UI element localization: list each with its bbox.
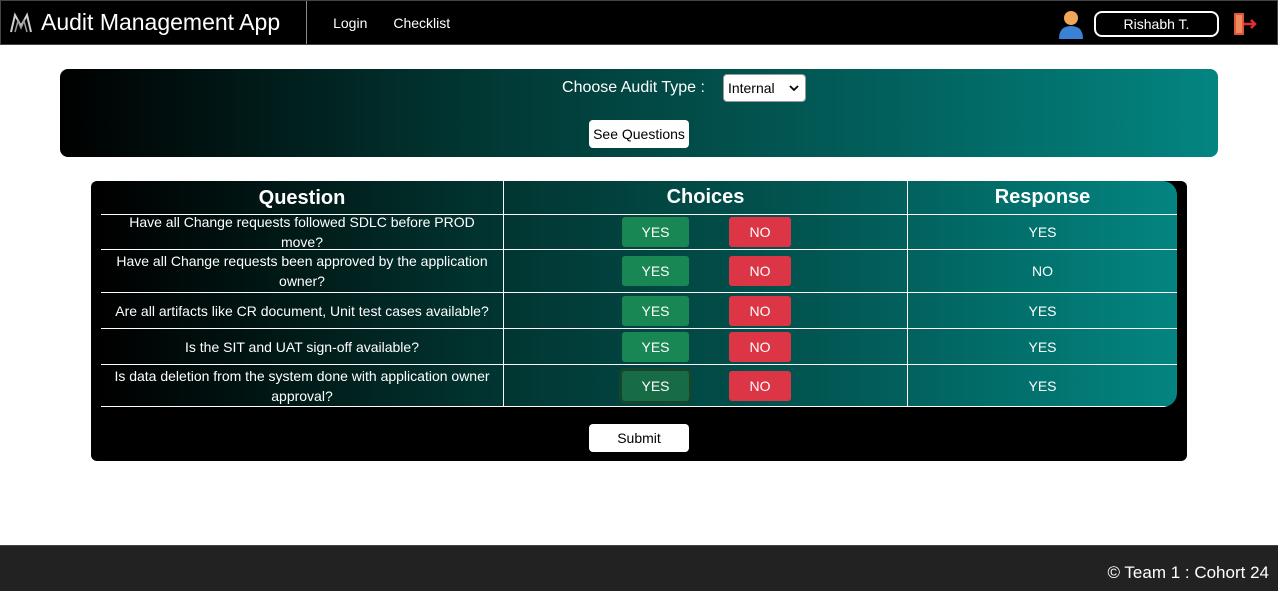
app-title: Audit Management App: [41, 9, 281, 35]
choices-cell: YES NO: [504, 365, 908, 406]
question-text: Have all Change requests been approved b…: [101, 250, 504, 292]
yes-button[interactable]: YES: [622, 370, 689, 401]
choices-cell: YES NO: [504, 293, 908, 328]
footer-copyright: © Team 1 : Cohort 24: [1107, 563, 1269, 582]
chevron-down-icon: [789, 85, 799, 92]
no-button[interactable]: NO: [729, 295, 791, 326]
nav-link-checklist[interactable]: Checklist: [393, 15, 450, 31]
response-value: YES: [1028, 302, 1057, 319]
questions-table: Question Choices Response Have all Chang…: [101, 181, 1177, 407]
navbar-user-area: Rishabh T.: [1058, 1, 1277, 46]
header-question: Question: [101, 181, 504, 214]
table-row: Have all Change requests followed SDLC b…: [101, 214, 1177, 250]
no-button[interactable]: NO: [729, 217, 791, 247]
see-questions-button[interactable]: See Questions: [589, 120, 689, 148]
audit-type-panel: Choose Audit Type : Internal See Questio…: [60, 69, 1218, 157]
choices-cell: YES NO: [504, 329, 908, 364]
user-avatar-icon: [1059, 10, 1083, 39]
choices-cell: YES NO: [504, 250, 908, 292]
no-button[interactable]: NO: [729, 331, 791, 362]
audit-type-select[interactable]: Internal: [722, 74, 806, 102]
table-row: Have all Change requests been approved b…: [101, 250, 1177, 293]
table-row: Is data deletion from the system done wi…: [101, 365, 1177, 407]
app-logo-icon: [10, 11, 32, 32]
top-navbar: Audit Management App Login Checklist Ris…: [0, 0, 1278, 45]
question-text: Have all Change requests followed SDLC b…: [101, 214, 504, 250]
table-row: Are all artifacts like CR document, Unit…: [101, 293, 1177, 329]
yes-button[interactable]: YES: [622, 331, 689, 362]
footer: © Team 1 : Cohort 24: [0, 545, 1278, 591]
response-value: NO: [1032, 263, 1053, 279]
header-choices: Choices: [504, 181, 908, 214]
table-row: Is the SIT and UAT sign-off available? Y…: [101, 329, 1177, 365]
header-response: Response: [994, 186, 1091, 208]
question-text: Is data deletion from the system done wi…: [101, 365, 504, 406]
submit-button[interactable]: Submit: [589, 424, 689, 452]
nav-link-login[interactable]: Login: [333, 15, 367, 31]
response-value: YES: [1028, 338, 1057, 355]
response-value: YES: [1028, 377, 1057, 394]
yes-button[interactable]: YES: [622, 295, 689, 326]
user-name-button[interactable]: Rishabh T.: [1094, 10, 1219, 37]
no-button[interactable]: NO: [729, 370, 791, 401]
no-button[interactable]: NO: [729, 256, 791, 286]
yes-button[interactable]: YES: [622, 256, 689, 286]
question-text: Are all artifacts like CR document, Unit…: [101, 293, 504, 328]
yes-button[interactable]: YES: [622, 217, 689, 247]
choices-cell: YES NO: [504, 215, 908, 249]
response-value: YES: [1028, 224, 1057, 240]
question-text: Is the SIT and UAT sign-off available?: [101, 329, 504, 364]
logout-icon[interactable]: [1231, 11, 1257, 37]
audit-type-label: Choose Audit Type :: [562, 79, 705, 96]
brand[interactable]: Audit Management App: [1, 1, 308, 44]
table-header-row: Question Choices Response: [101, 181, 1177, 215]
checklist-panel: Question Choices Response Have all Chang…: [91, 181, 1187, 461]
audit-type-selected-value: Internal: [727, 80, 775, 96]
